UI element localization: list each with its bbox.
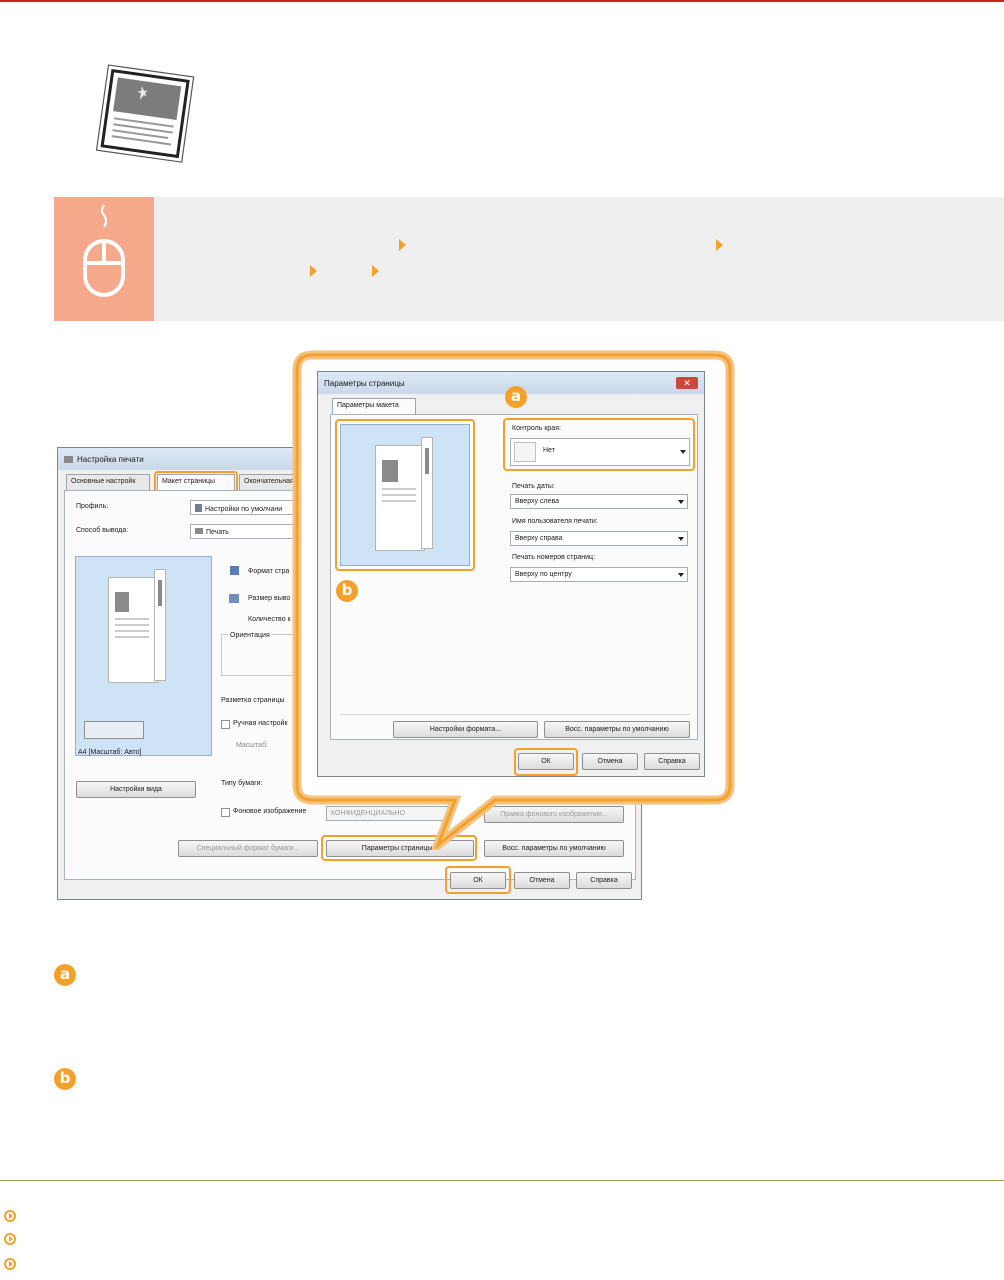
preview-page [108, 577, 158, 683]
profile-label: Профиль: [76, 503, 109, 510]
preview-image-block [158, 580, 162, 606]
scale-label: Масштаб: [236, 742, 268, 749]
output-method-label: Способ вывода: [76, 527, 129, 534]
tab-basic-settings[interactable]: Основные настройк [66, 474, 150, 490]
output-method-select[interactable]: Печать [190, 524, 300, 539]
description-badge-b: b [54, 1068, 76, 1090]
print-user-select[interactable]: Вверху справа [510, 531, 688, 546]
page-preview [75, 556, 212, 756]
print-icon [195, 528, 203, 534]
profile-icon [195, 504, 202, 512]
manual-scaling-checkbox[interactable] [221, 720, 230, 729]
step-arrow-icon [716, 239, 723, 251]
printer-icon [64, 455, 73, 463]
callout-badge-b: b [336, 580, 358, 602]
step-arrow-icon [372, 265, 379, 277]
page-numbers-value: Вверху по центру [515, 571, 572, 578]
preview-text-line [115, 636, 149, 638]
dialog-title: Настройка печати [77, 454, 144, 464]
page-numbers-label: Печать номеров страниц: [512, 554, 596, 561]
preview-view-toggle[interactable] [84, 721, 144, 739]
tab-layout-options[interactable]: Параметры макета [332, 398, 416, 414]
format-settings-button[interactable]: Настройки формата... [393, 721, 538, 738]
callout-badge-a: a [505, 386, 527, 408]
print-user-label: Имя пользователя печати: [512, 518, 598, 525]
page-layout-label: Разметка страницы [221, 697, 285, 704]
orientation-label: Ориентация [228, 632, 272, 639]
profile-value: Настройки по умолчани [205, 506, 283, 513]
description-badge-a: a [54, 964, 76, 986]
paper-type-label: Типу бумаги: [221, 780, 263, 787]
manual-scaling-label: Ручная настройк [233, 720, 288, 727]
close-icon[interactable]: ✕ [676, 377, 698, 389]
page-size-icon [230, 566, 239, 575]
bordered-page-icon [95, 64, 195, 163]
preview-caption: A4 [Масштаб: Авто] [78, 749, 142, 756]
preview-image-block [115, 592, 129, 612]
preview-page-curl [154, 569, 166, 681]
cancel-button[interactable]: Отмена [582, 753, 638, 770]
help-button[interactable]: Справка [576, 872, 632, 889]
output-size-label: Размер выво [248, 595, 291, 602]
output-method-value: Печать [206, 529, 229, 536]
help-button[interactable]: Справка [644, 753, 700, 770]
output-size-icon [229, 594, 239, 603]
view-settings-button[interactable]: Настройки вида [76, 781, 196, 798]
related-link-icon[interactable] [4, 1258, 16, 1270]
highlight-layout-preview [335, 419, 475, 571]
operation-steps-band [54, 197, 1004, 321]
watermark-checkbox[interactable] [221, 808, 230, 817]
preview-text-line [115, 618, 149, 620]
operation-icon-box [54, 197, 154, 321]
step-arrow-icon [310, 265, 317, 277]
print-date-select[interactable]: Вверху слева [510, 494, 688, 509]
page-numbers-select[interactable]: Вверху по центру [510, 567, 688, 582]
highlight-edge-control [503, 418, 695, 471]
cancel-button[interactable]: Отмена [514, 872, 570, 889]
profile-select[interactable]: Настройки по умолчани [190, 500, 300, 515]
page-size-label: Формат стра [248, 568, 290, 575]
divider [340, 714, 690, 715]
restore-defaults-button[interactable]: Восс. параметры по умолчанию [544, 721, 690, 738]
preview-text-line [115, 624, 149, 626]
highlight-ok-button [445, 866, 511, 894]
print-date-label: Печать даты: [512, 483, 555, 490]
print-date-value: Вверху слева [515, 498, 559, 505]
top-rule [0, 0, 1004, 2]
footer-rule [0, 1180, 1004, 1181]
copies-label: Количество к [248, 616, 291, 623]
mouse-icon [83, 204, 125, 297]
step-arrow-icon [399, 239, 406, 251]
related-link-icon[interactable] [4, 1210, 16, 1222]
related-link-icon[interactable] [4, 1233, 16, 1245]
dialog-title: Параметры страницы [324, 378, 405, 388]
page-options-dialog: Параметры страницы ✕ Параметры макета Ко… [317, 371, 705, 777]
preview-text-line [115, 630, 149, 632]
highlight-ok-button [514, 748, 578, 776]
print-user-value: Вверху справа [515, 535, 563, 542]
